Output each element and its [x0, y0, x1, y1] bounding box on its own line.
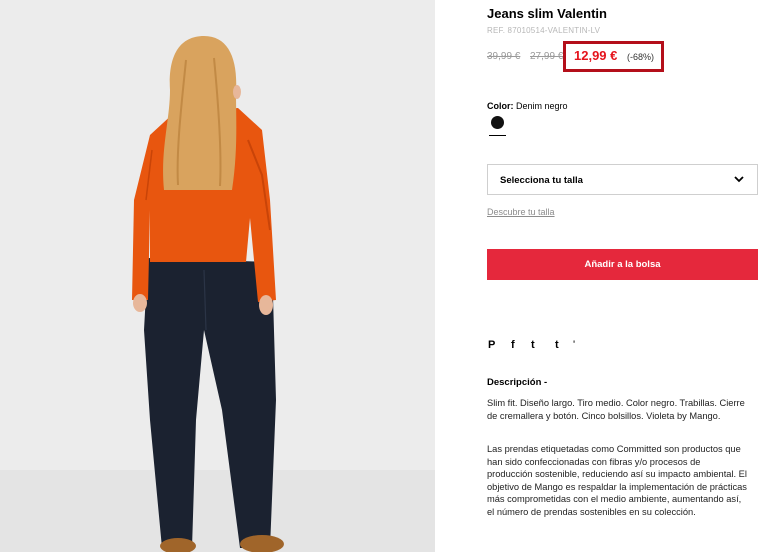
current-price: 12,99 €	[574, 48, 618, 63]
product-photo-illustration	[0, 0, 435, 552]
color-label: Color:	[487, 101, 514, 111]
original-price: 39,99 €	[487, 51, 521, 62]
previous-sale-price: 27,99 €	[530, 51, 564, 62]
product-image[interactable]	[0, 0, 435, 552]
color-value: Denim negro	[516, 101, 568, 111]
share-more-icon[interactable]: '	[573, 339, 575, 352]
description-paragraph-1: Slim fit. Diseño largo. Tiro medio. Colo…	[487, 398, 745, 421]
color-swatch-denim-negro[interactable]	[491, 116, 504, 129]
twitter-icon[interactable]: t	[531, 339, 535, 352]
size-select[interactable]: Selecciona tu talla	[487, 164, 758, 195]
current-price-highlight: 12,99 € (-68%)	[563, 41, 664, 72]
product-info-panel: Jeans slim Valentin REF. 87010514-VALENT…	[487, 0, 767, 552]
tumblr-icon[interactable]: t	[555, 339, 559, 352]
size-select-label: Selecciona tu talla	[500, 175, 583, 186]
discount-badge: (-68%)	[627, 52, 655, 62]
product-title: Jeans slim Valentin	[487, 6, 607, 21]
facebook-icon[interactable]: f	[511, 339, 515, 352]
pinterest-icon[interactable]: P	[488, 339, 495, 352]
selected-swatch-underline	[489, 135, 506, 136]
chevron-down-icon	[734, 176, 744, 183]
size-guide-link[interactable]: Descubre tu talla	[487, 207, 555, 217]
description-paragraph-2: Las prendas etiquetadas como Committed s…	[487, 444, 747, 517]
product-ref: REF. 87010514-VALENTIN-LV	[487, 26, 601, 35]
color-info: Color: Denim negro	[487, 101, 568, 111]
add-to-bag-button[interactable]: Añadir a la bolsa	[487, 249, 758, 280]
description-heading[interactable]: Descripción -	[487, 377, 547, 388]
